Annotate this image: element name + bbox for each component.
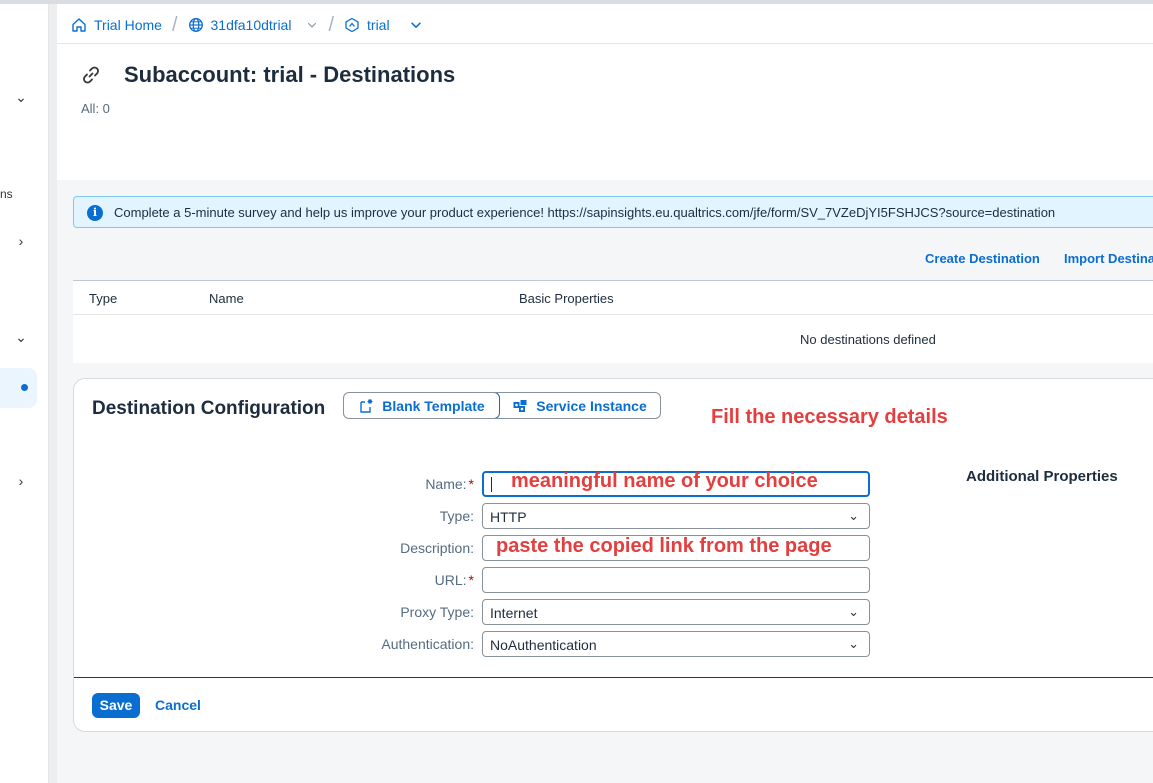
- globe-icon: [188, 18, 203, 32]
- service-instance-icon: [513, 399, 527, 412]
- column-header-type[interactable]: Type: [89, 291, 117, 306]
- nav-item-selected[interactable]: [0, 368, 37, 408]
- chevron-right-icon[interactable]: ›: [14, 474, 28, 488]
- chevron-down-icon[interactable]: ⌄: [14, 330, 28, 344]
- breadcrumb-trial-home[interactable]: Trial Home: [71, 17, 162, 33]
- name-row: Name: * meaningful name of your choice: [74, 470, 874, 497]
- required-marker: *: [468, 476, 474, 492]
- save-button[interactable]: Save: [92, 693, 140, 718]
- breadcrumb-label: trial: [367, 17, 390, 33]
- chevron-down-icon[interactable]: ⌄: [848, 604, 859, 620]
- type-label: Type:: [439, 508, 474, 524]
- info-message-text[interactable]: Complete a 5-minute survey and help us i…: [114, 205, 1055, 220]
- chevron-right-icon[interactable]: ›: [14, 234, 28, 248]
- item-count: All: 0: [81, 101, 110, 116]
- nav-divider: [49, 4, 57, 783]
- service-instance-label: Service Instance: [536, 397, 647, 414]
- chevron-down-icon[interactable]: ⌄: [848, 508, 859, 524]
- proxy-type-value: Internet: [490, 605, 538, 621]
- new-document-icon: [360, 398, 373, 413]
- blank-template-button[interactable]: Blank Template: [344, 393, 500, 418]
- home-icon: [72, 18, 86, 32]
- url-label: URL: *: [434, 572, 474, 588]
- info-icon: i: [87, 205, 103, 221]
- type-value: HTTP: [490, 509, 527, 525]
- breadcrumb: Trial Home / 31dfa10dtrial / trial: [71, 14, 423, 36]
- text-caret: [491, 477, 492, 492]
- chevron-down-icon[interactable]: ⌄: [14, 90, 28, 104]
- annotation-name-hint: meaningful name of your choice: [511, 470, 818, 492]
- name-label: Name: *: [425, 476, 474, 492]
- destinations-table: Type Name Basic Properties No destinatio…: [73, 280, 1153, 363]
- authentication-label: Authentication:: [381, 636, 474, 652]
- url-input[interactable]: [482, 567, 870, 593]
- proxy-type-label: Proxy Type:: [400, 604, 474, 620]
- description-input[interactable]: paste the copied link from the page: [482, 535, 870, 561]
- required-marker: *: [468, 572, 474, 588]
- cancel-button[interactable]: Cancel: [155, 697, 201, 713]
- service-instance-button[interactable]: Service Instance: [499, 393, 660, 418]
- create-destination-button[interactable]: Create Destination: [925, 251, 1040, 266]
- url-row: URL: *: [74, 567, 874, 593]
- breadcrumb-label: 31dfa10dtrial: [210, 17, 292, 33]
- info-message-strip: i Complete a 5-minute survey and help us…: [73, 196, 1153, 228]
- breadcrumb-label: Trial Home: [94, 17, 162, 33]
- annotation-description-hint: paste the copied link from the page: [496, 535, 832, 557]
- breadcrumb-separator: /: [171, 13, 178, 36]
- empty-table-message: No destinations defined: [800, 332, 936, 347]
- page-header: Trial Home / 31dfa10dtrial / trial Subac…: [57, 4, 1153, 180]
- blank-template-label: Blank Template: [382, 397, 485, 414]
- template-segmented-button: Blank Template Service Instance: [343, 392, 661, 419]
- configuration-title: Destination Configuration: [92, 398, 326, 419]
- chevron-down-icon[interactable]: [409, 18, 423, 32]
- additional-properties-heading: Additional Properties: [966, 468, 1118, 485]
- nav-dot-icon: [21, 384, 28, 391]
- breadcrumb-global-account[interactable]: 31dfa10dtrial: [188, 17, 319, 33]
- destination-configuration-panel: Destination Configuration Blank Template…: [73, 378, 1153, 732]
- breadcrumb-separator: /: [328, 13, 335, 36]
- header-divider: [57, 43, 1153, 44]
- type-row: Type: HTTP ⌄: [74, 503, 874, 529]
- breadcrumb-subaccount[interactable]: trial: [344, 17, 423, 33]
- page-title: Subaccount: trial - Destinations: [124, 62, 456, 87]
- name-input[interactable]: meaningful name of your choice: [482, 470, 870, 497]
- description-row: Description: paste the copied link from …: [74, 535, 874, 561]
- chevron-down-icon[interactable]: [306, 19, 318, 31]
- description-label: Description:: [400, 540, 474, 556]
- import-destination-button[interactable]: Import Destina: [1064, 251, 1153, 266]
- annotation-fill-details: Fill the necessary details: [711, 406, 948, 428]
- authentication-select[interactable]: NoAuthentication ⌄: [482, 631, 870, 657]
- footer-divider: [74, 677, 1153, 678]
- side-navigation: ⌄ ns › ⌄ ›: [0, 4, 49, 783]
- column-header-name[interactable]: Name: [209, 291, 244, 306]
- proxy-type-select[interactable]: Internet ⌄: [482, 599, 870, 625]
- authentication-value: NoAuthentication: [490, 637, 597, 653]
- column-header-basic-properties[interactable]: Basic Properties: [519, 291, 614, 306]
- table-divider: [73, 314, 1153, 315]
- subaccount-icon: [345, 17, 359, 33]
- type-select[interactable]: HTTP ⌄: [482, 503, 870, 529]
- link-icon: [83, 66, 99, 84]
- proxy-type-row: Proxy Type: Internet ⌄: [74, 599, 874, 625]
- chevron-down-icon[interactable]: ⌄: [848, 636, 859, 652]
- authentication-row: Authentication: NoAuthentication ⌄: [74, 631, 874, 657]
- nav-label-fragment[interactable]: ns: [0, 187, 13, 201]
